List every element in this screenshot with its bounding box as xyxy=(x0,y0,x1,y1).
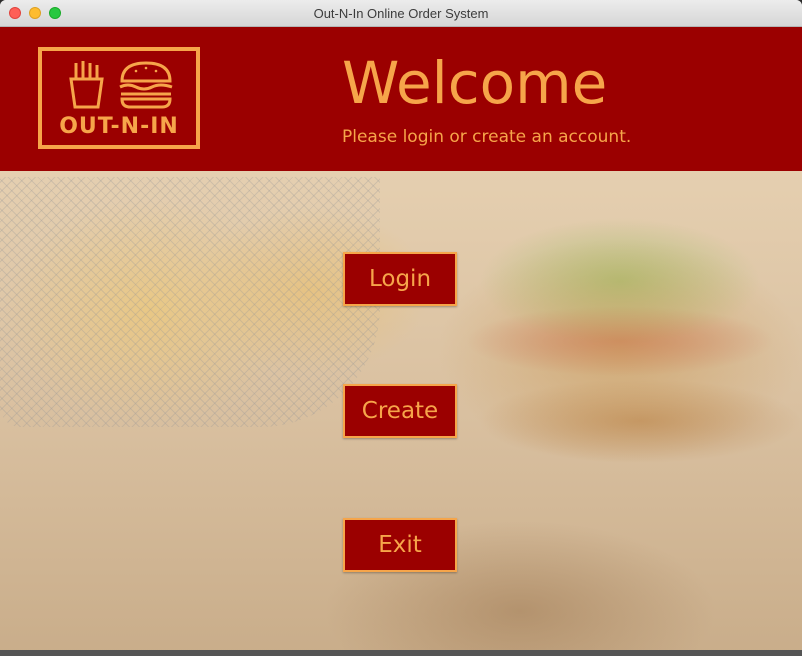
logo-text: OUT-N-IN xyxy=(59,114,179,139)
exit-button[interactable]: Exit xyxy=(343,518,457,572)
welcome-heading: Welcome xyxy=(342,49,608,117)
create-account-button[interactable]: Create xyxy=(343,384,457,438)
header-banner: OUT-N-IN Welcome Please login or create … xyxy=(0,27,802,171)
welcome-subtitle: Please login or create an account. xyxy=(342,127,632,147)
title-bar[interactable]: Out-N-In Online Order System xyxy=(0,0,802,27)
window-title: Out-N-In Online Order System xyxy=(313,6,489,21)
out-n-in-logo: OUT-N-IN xyxy=(38,47,200,149)
login-button[interactable]: Login xyxy=(343,252,457,306)
window-bottom-edge xyxy=(0,650,802,656)
main-content: OUT-N-IN Welcome Please login or create … xyxy=(0,27,802,656)
burger-icon xyxy=(119,61,173,109)
app-window: Out-N-In Online Order System OUT-N-IN We… xyxy=(0,0,802,656)
logo-icons xyxy=(69,61,173,109)
fries-icon xyxy=(69,61,104,109)
fry-basket-image xyxy=(0,177,380,427)
